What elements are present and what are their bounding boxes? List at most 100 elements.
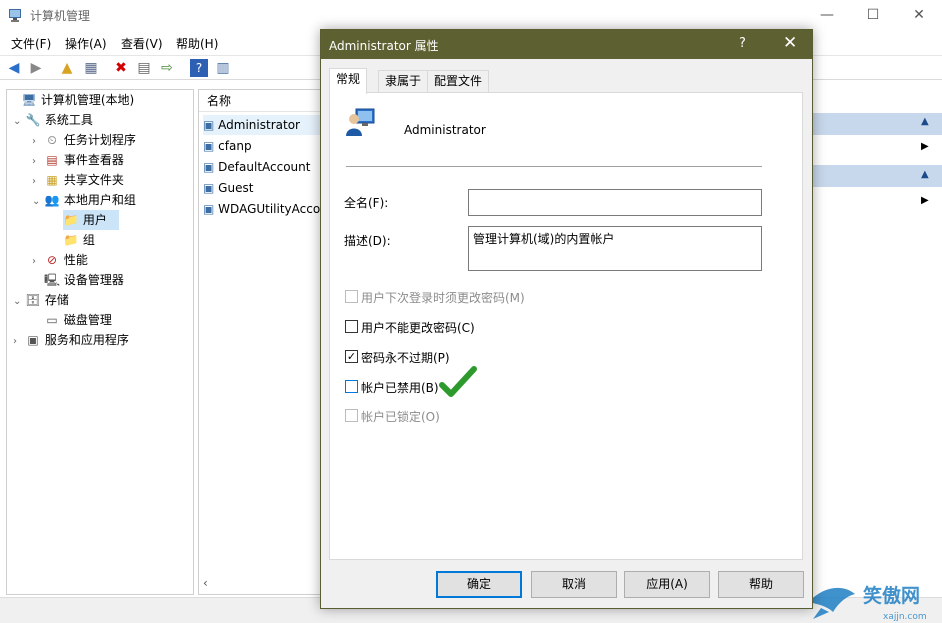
disk-icon: ▭: [46, 313, 58, 327]
svg-text:xajjn.com: xajjn.com: [883, 612, 927, 622]
tab-profile[interactable]: 配置文件: [427, 70, 490, 92]
list-item-label: DefaultAccount: [218, 160, 311, 174]
list-item[interactable]: ▣ DefaultAccount: [203, 157, 310, 177]
show-hide-tree-icon[interactable]: ▦: [82, 59, 100, 77]
tree-item-device-manager[interactable]: 🖳 设备管理器: [44, 270, 124, 290]
fullname-label: 全名(F):: [344, 196, 389, 210]
cannot-change-password-checkbox[interactable]: [345, 320, 358, 333]
tree-item-system-tools[interactable]: ⌄ 🔧 系统工具: [13, 110, 93, 130]
submenu-arrow-icon[interactable]: ▶: [921, 195, 929, 206]
tree-item-local-users-groups[interactable]: ⌄ 👥 本地用户和组: [32, 190, 136, 210]
show-action-pane-icon[interactable]: ▥: [214, 59, 232, 77]
account-locked-checkbox[interactable]: [345, 409, 358, 422]
services-icon: ▣: [27, 333, 39, 347]
menu-help[interactable]: 帮助(H): [176, 35, 218, 52]
tree-expander[interactable]: ›: [32, 172, 44, 192]
tree-item-users[interactable]: 📁 用户: [63, 210, 119, 230]
user-icon: ▣: [203, 202, 215, 216]
ok-button[interactable]: 确定: [436, 571, 522, 598]
user-icon: ▣: [203, 139, 215, 153]
tree-expander[interactable]: ›: [13, 332, 25, 352]
account-disabled-checkbox[interactable]: [345, 380, 358, 393]
tab-member-of[interactable]: 隶属于: [378, 70, 429, 92]
tree-item-storage[interactable]: ⌄ 🗄 存储: [13, 290, 69, 310]
minimize-button[interactable]: —: [804, 0, 850, 30]
list-item[interactable]: ▣ Guest: [203, 178, 253, 198]
tree-item-shared-folders[interactable]: › ▦ 共享文件夹: [32, 170, 124, 190]
title-bar: 计算机管理 — ☐ ✕: [0, 0, 942, 30]
console-tree: 🖥 计算机管理(本地) ⌄ 🔧 系统工具 › ⏲ 任务计划程序 › ▤ 事件查看器 ›…: [6, 89, 194, 595]
user-avatar-icon: [344, 106, 376, 138]
performance-icon: ⊘: [46, 253, 58, 267]
fullname-input[interactable]: [468, 189, 762, 216]
dialog-help-button[interactable]: ?: [739, 36, 746, 51]
tree-item-disk-management[interactable]: ▭ 磁盘管理: [44, 310, 112, 330]
tree-item-groups[interactable]: 📁 组: [63, 230, 95, 250]
list-item-label: Guest: [218, 181, 254, 195]
tree-item-services-apps[interactable]: › ▣ 服务和应用程序: [13, 330, 129, 350]
password-never-expires-label: 密码永不过期(P): [361, 351, 450, 365]
tree-expander[interactable]: ⌄: [32, 192, 44, 212]
forward-icon[interactable]: ▶: [27, 59, 45, 77]
tree-item-label: 磁盘管理: [63, 313, 112, 327]
dialog-title-bar: Administrator 属性 ? ✕: [321, 30, 812, 59]
administrator-properties-dialog: Administrator 属性 ? ✕ 常规 隶属于 配置文件 Adminis…: [320, 29, 813, 609]
up-folder-icon[interactable]: ▲: [58, 59, 76, 77]
username-label: Administrator: [404, 123, 486, 137]
list-item-label: Administrator: [218, 118, 300, 132]
tree-item-label: 共享文件夹: [63, 173, 124, 187]
tree-item-label: 存储: [44, 293, 69, 307]
menu-action[interactable]: 操作(A): [65, 35, 107, 52]
users-icon: 👥: [44, 193, 60, 207]
dialog-title: Administrator 属性: [329, 39, 439, 53]
apply-button[interactable]: 应用(A): [624, 571, 710, 598]
tree-item-performance[interactable]: › ⊘ 性能: [32, 250, 88, 270]
tree-expander[interactable]: ⌄: [13, 292, 25, 312]
close-button[interactable]: ✕: [896, 0, 942, 30]
general-tab-page: Administrator 全名(F): 描述(D): 管理计算机(域)的内置帐…: [329, 92, 803, 560]
clock-icon: ⏲: [47, 133, 57, 147]
green-checkmark-icon: [438, 363, 478, 403]
must-change-password-checkbox[interactable]: [345, 290, 358, 303]
list-item[interactable]: ▣ WDAGUtilityAcco: [203, 199, 321, 219]
menu-file[interactable]: 文件(F): [11, 35, 51, 52]
tree-item-label: 本地用户和组: [63, 193, 136, 207]
collapse-icon[interactable]: ▲: [921, 116, 929, 127]
tree-item-label: 计算机管理(本地): [40, 93, 135, 107]
back-icon[interactable]: ◀: [5, 59, 23, 77]
tree-item-root[interactable]: 🖥 计算机管理(本地): [9, 90, 134, 110]
tree-expander[interactable]: ›: [32, 252, 44, 272]
tree-expander[interactable]: ›: [32, 132, 44, 152]
description-input[interactable]: 管理计算机(域)的内置帐户: [468, 226, 762, 271]
delete-icon[interactable]: ✖: [112, 59, 130, 77]
user-list: 名称 ▣ Administrator ▣ cfanp ▣ DefaultAcco…: [198, 89, 323, 595]
cancel-button[interactable]: 取消: [531, 571, 617, 598]
help-icon[interactable]: ?: [190, 59, 208, 77]
account-locked-label: 帐户已锁定(O): [361, 410, 440, 424]
list-item[interactable]: ▣ Administrator: [203, 115, 321, 135]
tree-expander[interactable]: ⌄: [13, 112, 25, 132]
maximize-button[interactable]: ☐: [850, 0, 896, 30]
export-list-icon[interactable]: ⇨: [158, 59, 176, 77]
tree-item-label: 事件查看器: [63, 153, 124, 167]
dialog-close-button[interactable]: ✕: [783, 33, 797, 53]
menu-view[interactable]: 查看(V): [121, 35, 163, 52]
tree-item-label: 用户: [82, 213, 107, 227]
password-never-expires-checkbox[interactable]: ✓: [345, 350, 358, 363]
folder-icon: 📁: [63, 233, 79, 247]
list-item[interactable]: ▣ cfanp: [203, 136, 252, 156]
scroll-left-icon[interactable]: ‹: [203, 576, 208, 590]
properties-icon[interactable]: ▤: [135, 59, 153, 77]
column-header-name[interactable]: 名称: [199, 90, 323, 112]
folder-icon: 📁: [63, 213, 79, 227]
tree-item-event-viewer[interactable]: › ▤ 事件查看器: [32, 150, 124, 170]
app-icon: [8, 7, 24, 23]
watermark-logo: 笑傲网 xajjn.com: [803, 572, 942, 623]
tree-expander[interactable]: ›: [32, 152, 44, 172]
collapse-icon[interactable]: ▲: [921, 169, 929, 180]
help-button[interactable]: 帮助: [718, 571, 804, 598]
tree-item-task-scheduler[interactable]: › ⏲ 任务计划程序: [32, 130, 136, 150]
tab-general[interactable]: 常规: [329, 68, 368, 94]
submenu-arrow-icon[interactable]: ▶: [921, 141, 929, 152]
user-icon: ▣: [203, 118, 215, 132]
